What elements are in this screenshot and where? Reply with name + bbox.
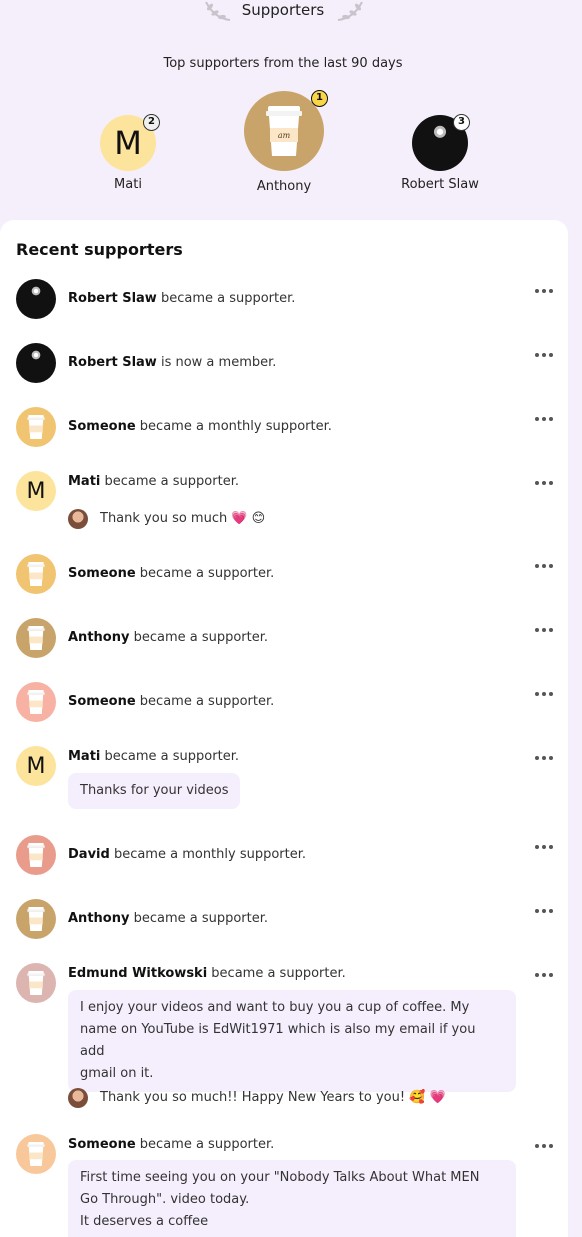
supporter-name[interactable]: Robert Slaw (68, 355, 157, 370)
avatar: 3 (412, 114, 470, 171)
coffee-cup-icon (27, 689, 45, 715)
more-options-icon[interactable] (535, 284, 553, 298)
more-options-icon[interactable] (535, 412, 553, 426)
coffee-cup-icon (27, 625, 45, 651)
top-supporter-name: Anthony (256, 179, 312, 194)
creator-avatar (68, 509, 88, 529)
more-options-icon[interactable] (535, 904, 553, 918)
supporter-message: Thanks for your videos (68, 773, 241, 809)
rank-badge: 2 (143, 114, 160, 131)
coffee-cup-icon (27, 906, 45, 932)
supporter-message: First time seeing you on your "Nobody Ta… (68, 1160, 516, 1237)
coffee-cup-icon (27, 842, 45, 868)
coffee-cup-icon: am (266, 106, 302, 156)
coffee-cup-icon (27, 970, 45, 996)
supporter-name[interactable]: Mati (68, 474, 100, 489)
more-options-icon[interactable] (535, 559, 553, 573)
more-options-icon[interactable] (535, 476, 553, 490)
more-options-icon[interactable] (535, 687, 553, 701)
creator-avatar (68, 1088, 88, 1108)
supporter-name[interactable]: Someone (68, 419, 136, 434)
laurel-right-icon (337, 1, 363, 21)
more-options-icon[interactable] (535, 751, 553, 765)
avatar (16, 554, 56, 594)
top-supporters-section: Supporters Top supporters from the last … (0, 0, 582, 222)
avatar (16, 618, 56, 658)
supporter-name[interactable]: Robert Slaw (68, 291, 157, 306)
coffee-cup-icon (27, 414, 45, 440)
more-options-icon[interactable] (535, 623, 553, 637)
supporter-name[interactable]: Anthony (68, 630, 129, 645)
top-supporter-anthony[interactable]: am 1 Anthony (234, 90, 334, 194)
top-supporters-subtitle: Top supporters from the last 90 days (163, 56, 403, 71)
recent-supporters-card: Recent supporters Robert Slaw became a s… (0, 220, 568, 1237)
supporter-name[interactable]: Mati (68, 749, 100, 764)
avatar (16, 343, 56, 383)
rank-badge: 1 (311, 90, 328, 107)
recent-supporters-title: Recent supporters (16, 240, 183, 259)
page-title: Supporters (241, 1, 325, 19)
avatar (16, 835, 56, 875)
top-supporter-name: Robert Slaw (401, 177, 479, 192)
supporter-name[interactable]: Someone (68, 694, 136, 709)
avatar (16, 963, 56, 1003)
avatar (16, 899, 56, 939)
supporter-message: I enjoy your videos and want to buy you … (68, 990, 516, 1092)
top-supporter-mati[interactable]: M 2 Mati (92, 114, 164, 192)
svg-text:am: am (278, 131, 291, 140)
top-supporter-name: Mati (114, 177, 142, 192)
more-options-icon[interactable] (535, 968, 553, 982)
top-supporter-robert-slaw[interactable]: 3 Robert Slaw (390, 114, 490, 192)
avatar: M (16, 746, 56, 786)
supporter-name[interactable]: David (68, 847, 110, 862)
more-options-icon[interactable] (535, 348, 553, 362)
supporter-name[interactable]: Someone (68, 1137, 136, 1152)
supporter-name[interactable]: Anthony (68, 911, 129, 926)
avatar (16, 279, 56, 319)
avatar (16, 682, 56, 722)
coffee-cup-icon (27, 1141, 45, 1167)
rank-badge: 3 (453, 114, 470, 131)
avatar: M (16, 471, 56, 511)
avatar (16, 1134, 56, 1174)
coffee-cup-icon (27, 561, 45, 587)
more-options-icon[interactable] (535, 1139, 553, 1153)
avatar: am 1 (244, 90, 328, 171)
avatar: M 2 (100, 114, 160, 171)
supporter-name[interactable]: Edmund Witkowski (68, 966, 207, 981)
supporter-name[interactable]: Someone (68, 566, 136, 581)
more-options-icon[interactable] (535, 840, 553, 854)
avatar (16, 407, 56, 447)
